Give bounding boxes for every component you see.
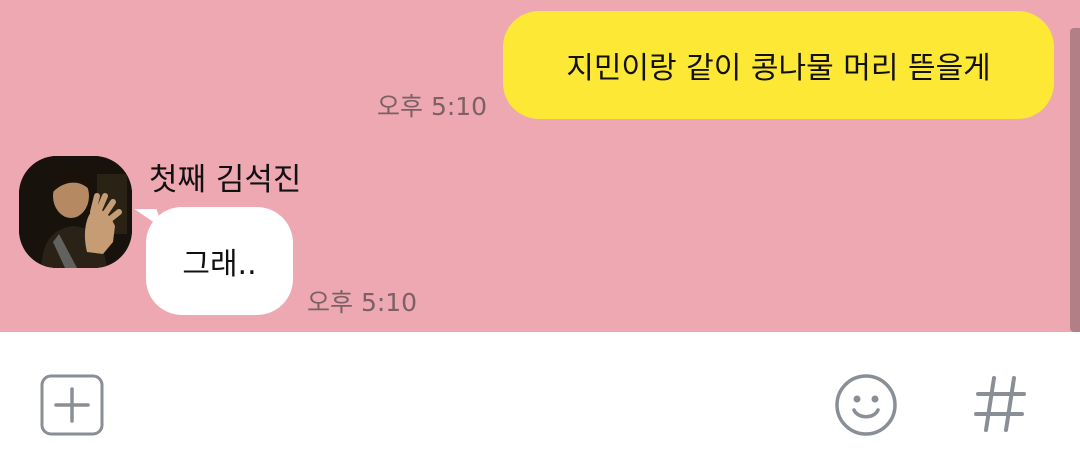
incoming-message-time: 오후 5:10 [307,288,418,317]
hashtag-icon [974,376,1026,432]
outgoing-message-time: 오후 5:10 [377,92,488,121]
outgoing-message-bubble[interactable]: 지민이랑 같이 콩나물 머리 뜯을게 [503,11,1054,119]
chat-scrollbar[interactable] [1070,28,1080,332]
sender-name: 첫째 김석진 [149,162,302,198]
emoji-button[interactable] [834,373,898,437]
emoji-icon [835,374,897,436]
sender-avatar[interactable] [19,156,132,268]
incoming-message-text: 그래.. [182,247,257,282]
input-bar [0,332,1080,476]
plus-icon [40,374,104,436]
outgoing-message-text: 지민이랑 같이 콩나물 머리 뜯을게 [566,51,991,86]
chat-area[interactable]: 지민이랑 같이 콩나물 머리 뜯을게 오후 5:10 첫째 김석진 그래.. 오… [0,0,1080,332]
hashtag-button[interactable] [972,372,1028,436]
avatar-photo [19,156,132,268]
incoming-message-bubble[interactable]: 그래.. [146,207,293,315]
attach-button[interactable] [40,374,104,436]
